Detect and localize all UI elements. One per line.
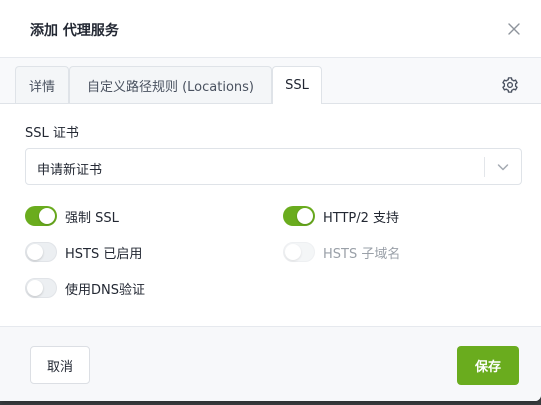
hsts-subdomains-row: HSTS 子域名 bbox=[283, 241, 400, 263]
ssl-certificate-select[interactable]: 申请新证书 bbox=[25, 148, 522, 185]
tab-ssl-label: SSL bbox=[285, 78, 309, 93]
dialog-header: 添加 代理服务 bbox=[0, 0, 541, 58]
force-ssl-label: 强制 SSL bbox=[65, 210, 119, 226]
dns-challenge-label: 使用DNS验证 bbox=[65, 282, 145, 298]
gear-icon bbox=[502, 77, 518, 93]
close-button[interactable] bbox=[505, 20, 523, 38]
http2-row: HTTP/2 支持 bbox=[283, 205, 399, 227]
toggle-knob bbox=[27, 244, 43, 260]
tab-ssl[interactable]: SSL bbox=[272, 66, 322, 104]
toggle-knob bbox=[27, 280, 43, 296]
ssl-tab-panel: SSL 证书 申请新证书 强制 SSL HTTP/2 支持 HSTS 已启用 H… bbox=[0, 104, 541, 326]
toggle-knob bbox=[297, 208, 313, 224]
dialog-footer: 取消 保存 bbox=[0, 326, 541, 401]
tab-details-label: 详情 bbox=[28, 79, 55, 95]
add-proxy-host-dialog: 添加 代理服务 详情 自定义路径规则 (Locations) SSL SSL 证… bbox=[0, 0, 541, 401]
toggle-knob bbox=[39, 208, 55, 224]
hsts-label: HSTS 已启用 bbox=[65, 246, 143, 262]
advanced-settings-button[interactable] bbox=[501, 76, 519, 94]
hsts-row: HSTS 已启用 bbox=[25, 241, 142, 263]
hsts-toggle[interactable] bbox=[25, 242, 57, 262]
chevron-down-icon[interactable] bbox=[495, 159, 511, 175]
save-button[interactable]: 保存 bbox=[457, 346, 519, 385]
close-icon bbox=[508, 23, 520, 35]
tab-bar: 详情 自定义路径规则 (Locations) SSL bbox=[0, 58, 541, 104]
http2-label: HTTP/2 支持 bbox=[323, 210, 400, 226]
dns-challenge-toggle[interactable] bbox=[25, 278, 57, 298]
dns-challenge-row: 使用DNS验证 bbox=[25, 277, 145, 299]
hsts-subdomains-label: HSTS 子域名 bbox=[323, 246, 401, 262]
force-ssl-row: 强制 SSL bbox=[25, 205, 119, 227]
tab-locations-label: 自定义路径规则 (Locations) bbox=[86, 79, 255, 95]
ssl-certificate-value: 申请新证书 bbox=[37, 163, 103, 178]
force-ssl-toggle[interactable] bbox=[25, 206, 57, 226]
toggle-knob bbox=[285, 244, 301, 260]
tab-details[interactable]: 详情 bbox=[15, 66, 69, 103]
ssl-certificate-label: SSL 证书 bbox=[25, 126, 79, 141]
tab-locations[interactable]: 自定义路径规则 (Locations) bbox=[69, 66, 272, 103]
hsts-subdomains-toggle bbox=[283, 242, 315, 262]
http2-toggle[interactable] bbox=[283, 206, 315, 226]
dialog-title: 添加 代理服务 bbox=[30, 23, 119, 39]
cancel-button[interactable]: 取消 bbox=[30, 346, 90, 384]
select-divider bbox=[484, 157, 485, 177]
